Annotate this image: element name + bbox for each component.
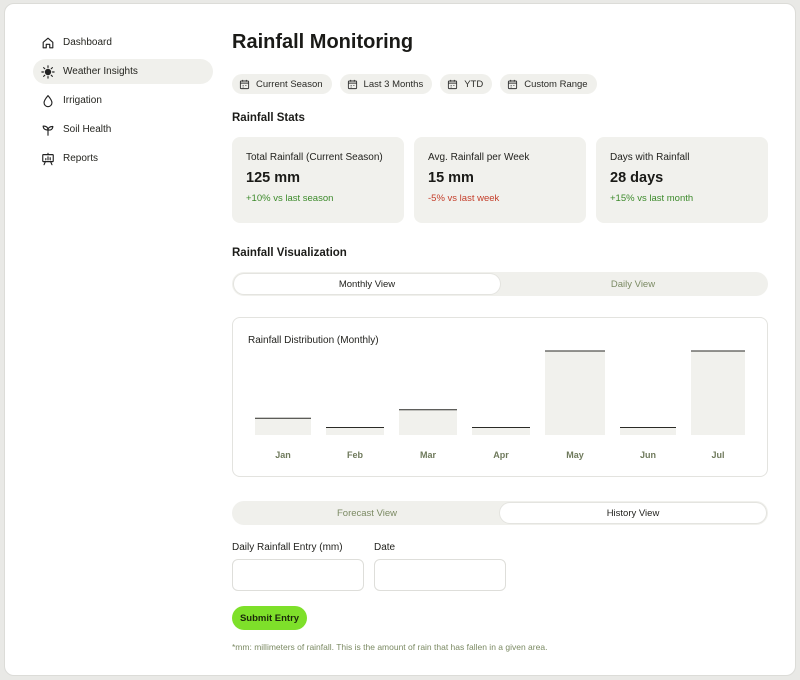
rainfall-visualization-heading: Rainfall Visualization xyxy=(232,247,347,259)
sidebar-item-soil-health[interactable]: Soil Health xyxy=(33,117,213,142)
bar-feb xyxy=(326,427,384,435)
rainfall-bar-chart: Jan Feb Mar Apr May Jun Jul xyxy=(255,350,745,460)
stat-delta: -5% vs last week xyxy=(428,193,500,204)
calendar-icon xyxy=(447,79,458,90)
date-input[interactable] xyxy=(374,559,506,591)
sidebar-item-label: Irrigation xyxy=(63,95,102,106)
bar-mar xyxy=(399,409,457,435)
stat-value: 125 mm xyxy=(246,170,301,186)
history-toggle: Forecast View History View xyxy=(232,501,768,525)
sidebar-item-label: Reports xyxy=(63,153,99,164)
home-icon xyxy=(41,36,55,50)
sidebar-item-dashboard[interactable]: Dashboard xyxy=(33,30,213,55)
submit-entry-button[interactable]: Submit Entry xyxy=(232,606,307,630)
filter-chip-label: Last 3 Months xyxy=(363,78,424,90)
sprout-icon xyxy=(41,123,55,137)
droplet-icon xyxy=(41,94,55,108)
sidebar-item-label: Weather Insights xyxy=(63,66,138,77)
rainfall-chart-card: Rainfall Distribution (Monthly) Jan Feb Ma… xyxy=(232,317,768,477)
stat-card-total-rainfall: Total Rainfall (Current Season) 125 mm +… xyxy=(232,137,404,223)
bar-jul xyxy=(691,351,745,435)
stat-card-days-with-rainfall: Days with Rainfall 28 days +15% vs last … xyxy=(596,137,768,223)
page-title: Rainfall Monitoring xyxy=(232,31,414,53)
forecast-view-tab[interactable]: Forecast View xyxy=(234,503,500,523)
rainfall-stats-heading: Rainfall Stats xyxy=(232,112,305,124)
filter-chip-label: Current Season xyxy=(256,78,323,90)
sidebar-item-weather-insights[interactable]: Weather Insights xyxy=(33,59,213,84)
x-tick-label-mar: Mar xyxy=(420,450,437,460)
stat-value: 28 days xyxy=(610,170,664,186)
filter-chip-current-season[interactable]: Current Season xyxy=(232,74,332,94)
daily-rainfall-input[interactable] xyxy=(232,559,364,591)
units-footnote: *mm: millimeters of rainfall. This is th… xyxy=(232,642,548,652)
stat-label: Avg. Rainfall per Week xyxy=(428,152,530,163)
x-tick-label-jan: Jan xyxy=(275,450,291,460)
bar-apr xyxy=(472,427,530,435)
stats-cards: Total Rainfall (Current Season) 125 mm +… xyxy=(232,137,768,223)
sidebar-item-irrigation[interactable]: Irrigation xyxy=(33,88,213,113)
filter-chip-custom-range[interactable]: Custom Range xyxy=(500,74,597,94)
x-tick-label-apr: Apr xyxy=(493,450,509,460)
view-toggle: Monthly View Daily View xyxy=(232,272,768,296)
x-tick-label-jul: Jul xyxy=(711,450,724,460)
date-filter-chips: Current Season Last 3 Months YTD Custom … xyxy=(232,74,597,94)
sidebar-item-label: Dashboard xyxy=(63,37,112,48)
x-tick-label-may: May xyxy=(566,450,584,460)
sidebar-item-label: Soil Health xyxy=(63,124,112,135)
date-label: Date xyxy=(374,542,396,553)
bar-jun xyxy=(620,427,676,435)
history-view-tab[interactable]: History View xyxy=(500,503,766,523)
x-tick-label-feb: Feb xyxy=(347,450,364,460)
daily-view-tab[interactable]: Daily View xyxy=(500,274,766,294)
stat-label: Days with Rainfall xyxy=(610,152,690,163)
filter-chip-ytd[interactable]: YTD xyxy=(440,74,493,94)
stat-delta: +10% vs last season xyxy=(246,193,334,204)
app-window: Dashboard Weather Insights Irrigation So… xyxy=(4,3,796,676)
daily-rainfall-label: Daily Rainfall Entry (mm) xyxy=(232,542,343,553)
presentation-chart-icon xyxy=(41,152,55,166)
filter-chip-label: YTD xyxy=(464,78,484,90)
stat-delta: +15% vs last month xyxy=(610,193,694,204)
calendar-icon xyxy=(507,79,518,90)
calendar-icon xyxy=(239,79,250,90)
x-tick-label-jun: Jun xyxy=(640,450,656,460)
monthly-view-tab[interactable]: Monthly View xyxy=(234,274,500,294)
sun-icon xyxy=(41,64,55,79)
sidebar: Dashboard Weather Insights Irrigation So… xyxy=(33,30,213,175)
stat-card-avg-rainfall: Avg. Rainfall per Week 15 mm -5% vs last… xyxy=(414,137,586,223)
calendar-icon xyxy=(347,79,358,90)
filter-chip-label: Custom Range xyxy=(524,78,588,90)
stat-label: Total Rainfall (Current Season) xyxy=(246,152,383,163)
bar-jan xyxy=(255,418,311,435)
sidebar-item-reports[interactable]: Reports xyxy=(33,146,213,171)
filter-chip-last-3-months[interactable]: Last 3 Months xyxy=(339,74,433,94)
bar-may xyxy=(545,351,605,435)
stat-value: 15 mm xyxy=(428,170,474,186)
